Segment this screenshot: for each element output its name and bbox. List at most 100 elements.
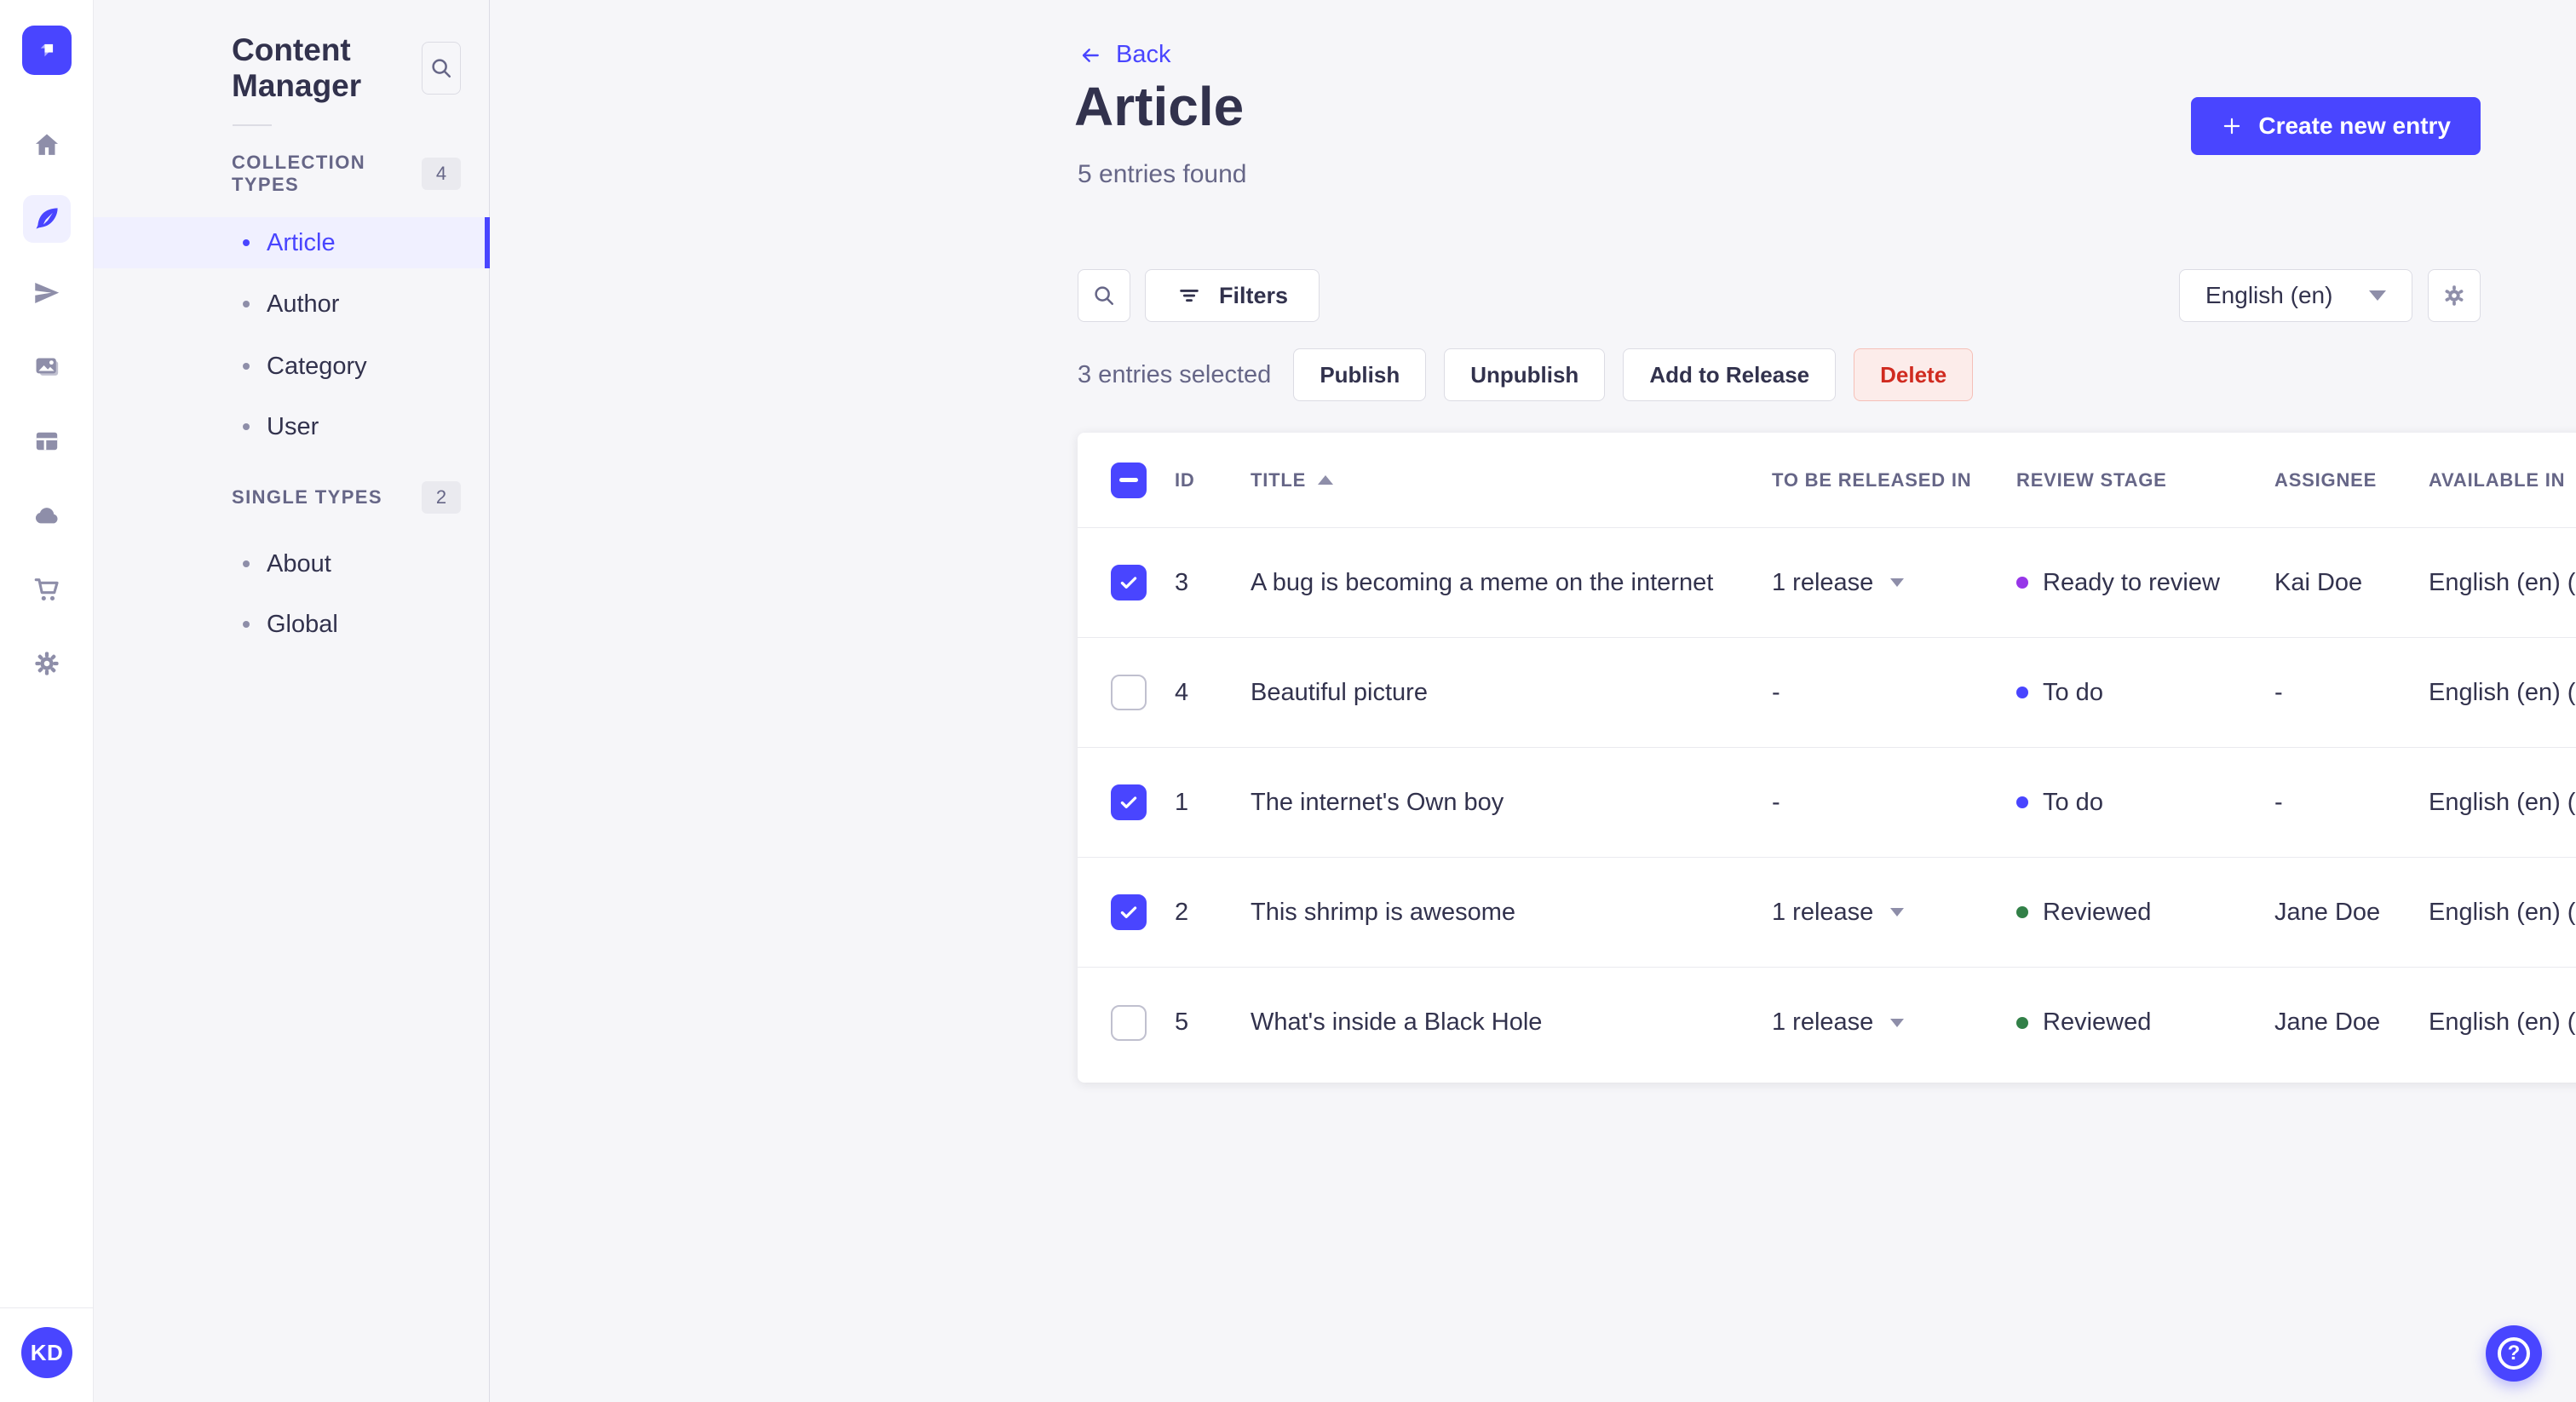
cell-available-in[interactable]: English (en) (default) (2429, 679, 2576, 707)
filters-button[interactable]: Filters (1145, 269, 1320, 322)
cell-release[interactable]: 1 release (1772, 899, 2016, 927)
strapi-logo[interactable] (22, 26, 72, 75)
sidebar-item-about[interactable]: About (94, 538, 489, 589)
help-button[interactable]: ? (2486, 1325, 2542, 1382)
locale-select[interactable]: English (en) (2179, 269, 2412, 322)
nav-marketplace[interactable] (23, 566, 71, 613)
column-header-assignee[interactable]: ASSIGNEE (2274, 469, 2429, 491)
selection-count-text: 3 entries selected (1078, 360, 1272, 388)
bullet-icon (243, 423, 250, 430)
bullet-icon (243, 301, 250, 307)
sidebar-item-label: Global (267, 610, 338, 638)
cell-review-stage: To do (2016, 679, 2274, 707)
row-checkbox[interactable] (1111, 784, 1147, 820)
nav-releases[interactable] (23, 269, 71, 317)
create-new-entry-button[interactable]: Create new entry (2191, 97, 2481, 155)
sort-ascending-icon (1318, 475, 1334, 485)
nav-settings[interactable] (23, 640, 71, 687)
nav-media-library[interactable] (23, 343, 71, 391)
row-checkbox[interactable] (1111, 565, 1147, 600)
home-icon (35, 134, 58, 155)
nav-rail: KD (0, 0, 94, 1402)
sidebar-item-author[interactable]: Author (94, 279, 489, 330)
back-link[interactable]: Back (1078, 41, 1170, 69)
nav-home[interactable] (23, 121, 71, 169)
cell-title: What's inside a Black Hole (1251, 1008, 1543, 1036)
stage-dot-icon (2016, 577, 2028, 589)
table-row[interactable]: 4 Beautiful picture - To do - English (e… (1078, 638, 2576, 748)
plus-icon (2224, 118, 2240, 135)
search-icon (432, 59, 451, 78)
cell-release[interactable]: 1 release (1772, 569, 2016, 597)
cell-available-in[interactable]: English (en) (default) (2429, 1008, 2576, 1037)
collection-types-count: 4 (422, 158, 461, 190)
sidebar-item-label: User (267, 412, 319, 440)
cart-icon (34, 578, 59, 601)
add-to-release-button[interactable]: Add to Release (1623, 348, 1837, 401)
column-header-to-be-released-in[interactable]: TO BE RELEASED IN (1772, 469, 2016, 491)
bullet-icon (243, 363, 250, 370)
single-types-count: 2 (422, 481, 461, 514)
table-header-row: ID TITLE TO BE RELEASED IN REVIEW STAGE … (1078, 433, 2576, 528)
main-content: Back Article 5 entries found Create new … (490, 0, 2576, 1402)
column-header-review-stage[interactable]: REVIEW STAGE (2016, 469, 2274, 491)
select-all-checkbox[interactable] (1111, 462, 1147, 498)
search-button[interactable] (1078, 269, 1130, 322)
sidebar-item-user[interactable]: User (94, 401, 489, 452)
sidebar-item-label: Author (267, 290, 340, 318)
sidebar-item-global[interactable]: Global (94, 599, 489, 650)
cell-id: 1 (1175, 788, 1189, 816)
cell-assignee: - (2274, 678, 2283, 706)
chevron-down-icon (1890, 1018, 1905, 1027)
table-row[interactable]: 1 The internet's Own boy - To do - Engli… (1078, 748, 2576, 858)
cell-available-in[interactable]: English (en) (default) (2429, 569, 2576, 597)
sidebar-item-category[interactable]: Category (94, 341, 489, 392)
cell-available-in[interactable]: English (en) (default) (2429, 899, 2576, 927)
cell-assignee: Kai Doe (2274, 568, 2363, 596)
nav-content-manager[interactable] (22, 195, 71, 243)
publish-button[interactable]: Publish (1293, 348, 1427, 401)
stage-dot-icon (2016, 906, 2028, 918)
strapi-logo-icon (40, 43, 54, 57)
column-header-title[interactable]: TITLE (1251, 469, 1772, 491)
bullet-icon (243, 239, 250, 246)
sidebar-title: Content Manager (232, 32, 362, 103)
sidebar-search-button[interactable] (421, 42, 461, 95)
check-icon (1120, 796, 1137, 808)
bullet-icon (243, 621, 250, 628)
cell-id: 4 (1175, 678, 1189, 706)
cloud-icon (35, 508, 58, 524)
table-row[interactable]: 2 This shrimp is awesome 1 release Revie… (1078, 858, 2576, 968)
table-row[interactable]: 3 A bug is becoming a meme on the intern… (1078, 528, 2576, 638)
nav-deploy[interactable] (23, 491, 71, 539)
cell-release[interactable]: 1 release (1772, 1008, 2016, 1037)
nav-content-type-builder[interactable] (23, 417, 71, 465)
rail-divider (0, 1307, 93, 1308)
cog-icon (2444, 285, 2464, 306)
column-header-available-in[interactable]: AVAILABLE IN (2429, 469, 2576, 491)
row-checkbox[interactable] (1111, 894, 1147, 930)
cell-review-stage: Reviewed (2016, 1008, 2274, 1037)
cell-review-stage: To do (2016, 789, 2274, 817)
chevron-down-icon (2369, 290, 2386, 301)
filter-icon (1180, 289, 1199, 302)
view-settings-button[interactable] (2428, 269, 2481, 322)
unpublish-button[interactable]: Unpublish (1444, 348, 1606, 401)
sidebar-item-label: About (267, 549, 331, 577)
stage-dot-icon (2016, 796, 2028, 808)
column-header-id[interactable]: ID (1175, 469, 1251, 491)
cell-id: 2 (1175, 898, 1189, 926)
user-avatar[interactable]: KD (21, 1327, 72, 1378)
bullet-icon (243, 560, 250, 567)
cell-available-in[interactable]: English (en) (default) (2429, 789, 2576, 817)
delete-button[interactable]: Delete (1854, 348, 1974, 401)
cell-title: The internet's Own boy (1251, 788, 1504, 816)
arrow-left-icon (1082, 48, 1099, 62)
layout-icon (36, 432, 57, 451)
check-icon (1120, 906, 1137, 918)
sidebar-item-article[interactable]: Article (94, 217, 490, 268)
table-row[interactable]: 5 What's inside a Black Hole 1 release R… (1078, 968, 2576, 1077)
row-checkbox[interactable] (1111, 675, 1147, 710)
row-checkbox[interactable] (1111, 1004, 1147, 1041)
sidebar-item-label: Category (267, 352, 367, 380)
